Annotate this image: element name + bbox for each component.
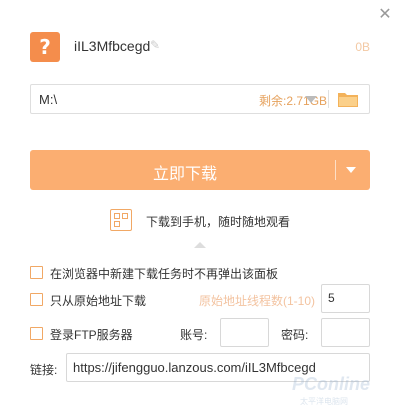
account-input[interactable] — [220, 318, 269, 347]
link-label: 链接: — [30, 363, 58, 377]
save-path-field[interactable]: M:\ 剩余:2.71GB — [30, 84, 370, 114]
edit-icon[interactable]: ✎ — [150, 38, 162, 52]
thread-count-label: 原始地址线程数(1-10) — [199, 294, 316, 308]
download-now-label: 立即下载 — [152, 166, 217, 183]
file-name: iIL3Mfbcegd — [74, 38, 151, 54]
watermark-subtitle: 太平洋电脑网 — [300, 397, 348, 406]
folder-icon[interactable] — [337, 91, 359, 108]
path-dropdown-icon[interactable] — [305, 96, 317, 103]
close-icon[interactable]: ✕ — [377, 6, 393, 22]
password-label: 密码: — [281, 328, 309, 342]
no-popup-checkbox[interactable] — [30, 266, 43, 279]
path-divider — [328, 90, 329, 108]
watermark-logo: PConline — [292, 374, 371, 394]
file-size: 0B — [355, 40, 370, 54]
download-to-phone-link[interactable]: 下载到手机，随时随地观看 — [146, 213, 290, 230]
ftp-login-label: 登录FTP服务器 — [50, 328, 133, 342]
download-now-button[interactable]: 立即下载 — [30, 150, 370, 190]
account-label: 账号: — [180, 328, 208, 342]
no-popup-label: 在浏览器中新建下载任务时不再弹出该面板 — [50, 267, 279, 281]
origin-only-checkbox[interactable] — [30, 293, 43, 306]
question-file-icon: ? — [30, 32, 60, 62]
chevron-down-icon[interactable] — [346, 167, 356, 173]
origin-only-label: 只从原始地址下载 — [50, 294, 147, 308]
password-input[interactable] — [321, 318, 370, 347]
save-path-value: M:\ — [39, 92, 58, 107]
thread-count-input[interactable]: 5 — [321, 284, 370, 313]
qr-code-icon[interactable] — [110, 209, 132, 231]
collapse-icon[interactable] — [194, 242, 206, 248]
ftp-login-checkbox[interactable] — [30, 327, 43, 340]
download-button-divider — [335, 160, 336, 180]
